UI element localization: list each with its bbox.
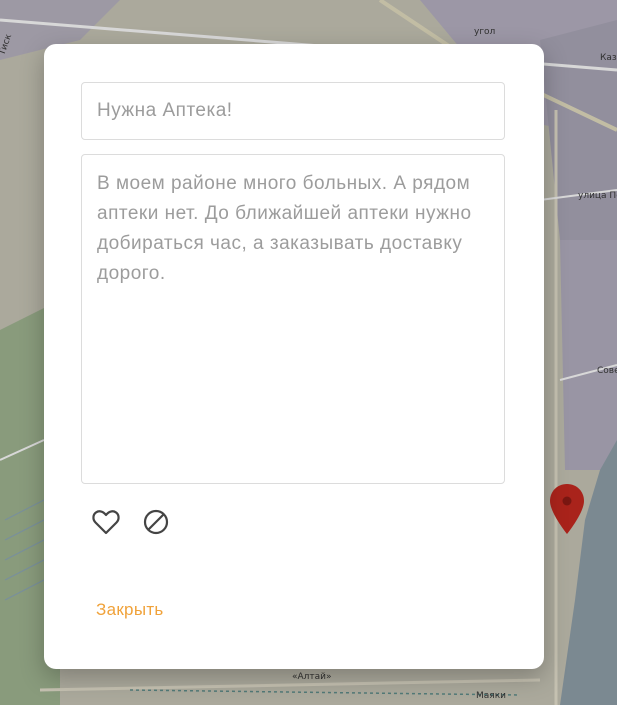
title-field[interactable]: Нужна Аптека! [81, 82, 505, 140]
description-field[interactable]: В моем районе много больных. А рядом апт… [81, 154, 505, 484]
block-button[interactable] [140, 506, 172, 538]
block-icon [143, 509, 169, 535]
map-marker-icon[interactable] [548, 482, 586, 536]
request-dialog: Нужна Аптека! В моем районе много больны… [44, 44, 544, 669]
close-button[interactable]: Закрыть [96, 600, 164, 620]
like-button[interactable] [90, 506, 122, 538]
heart-icon [92, 510, 120, 535]
